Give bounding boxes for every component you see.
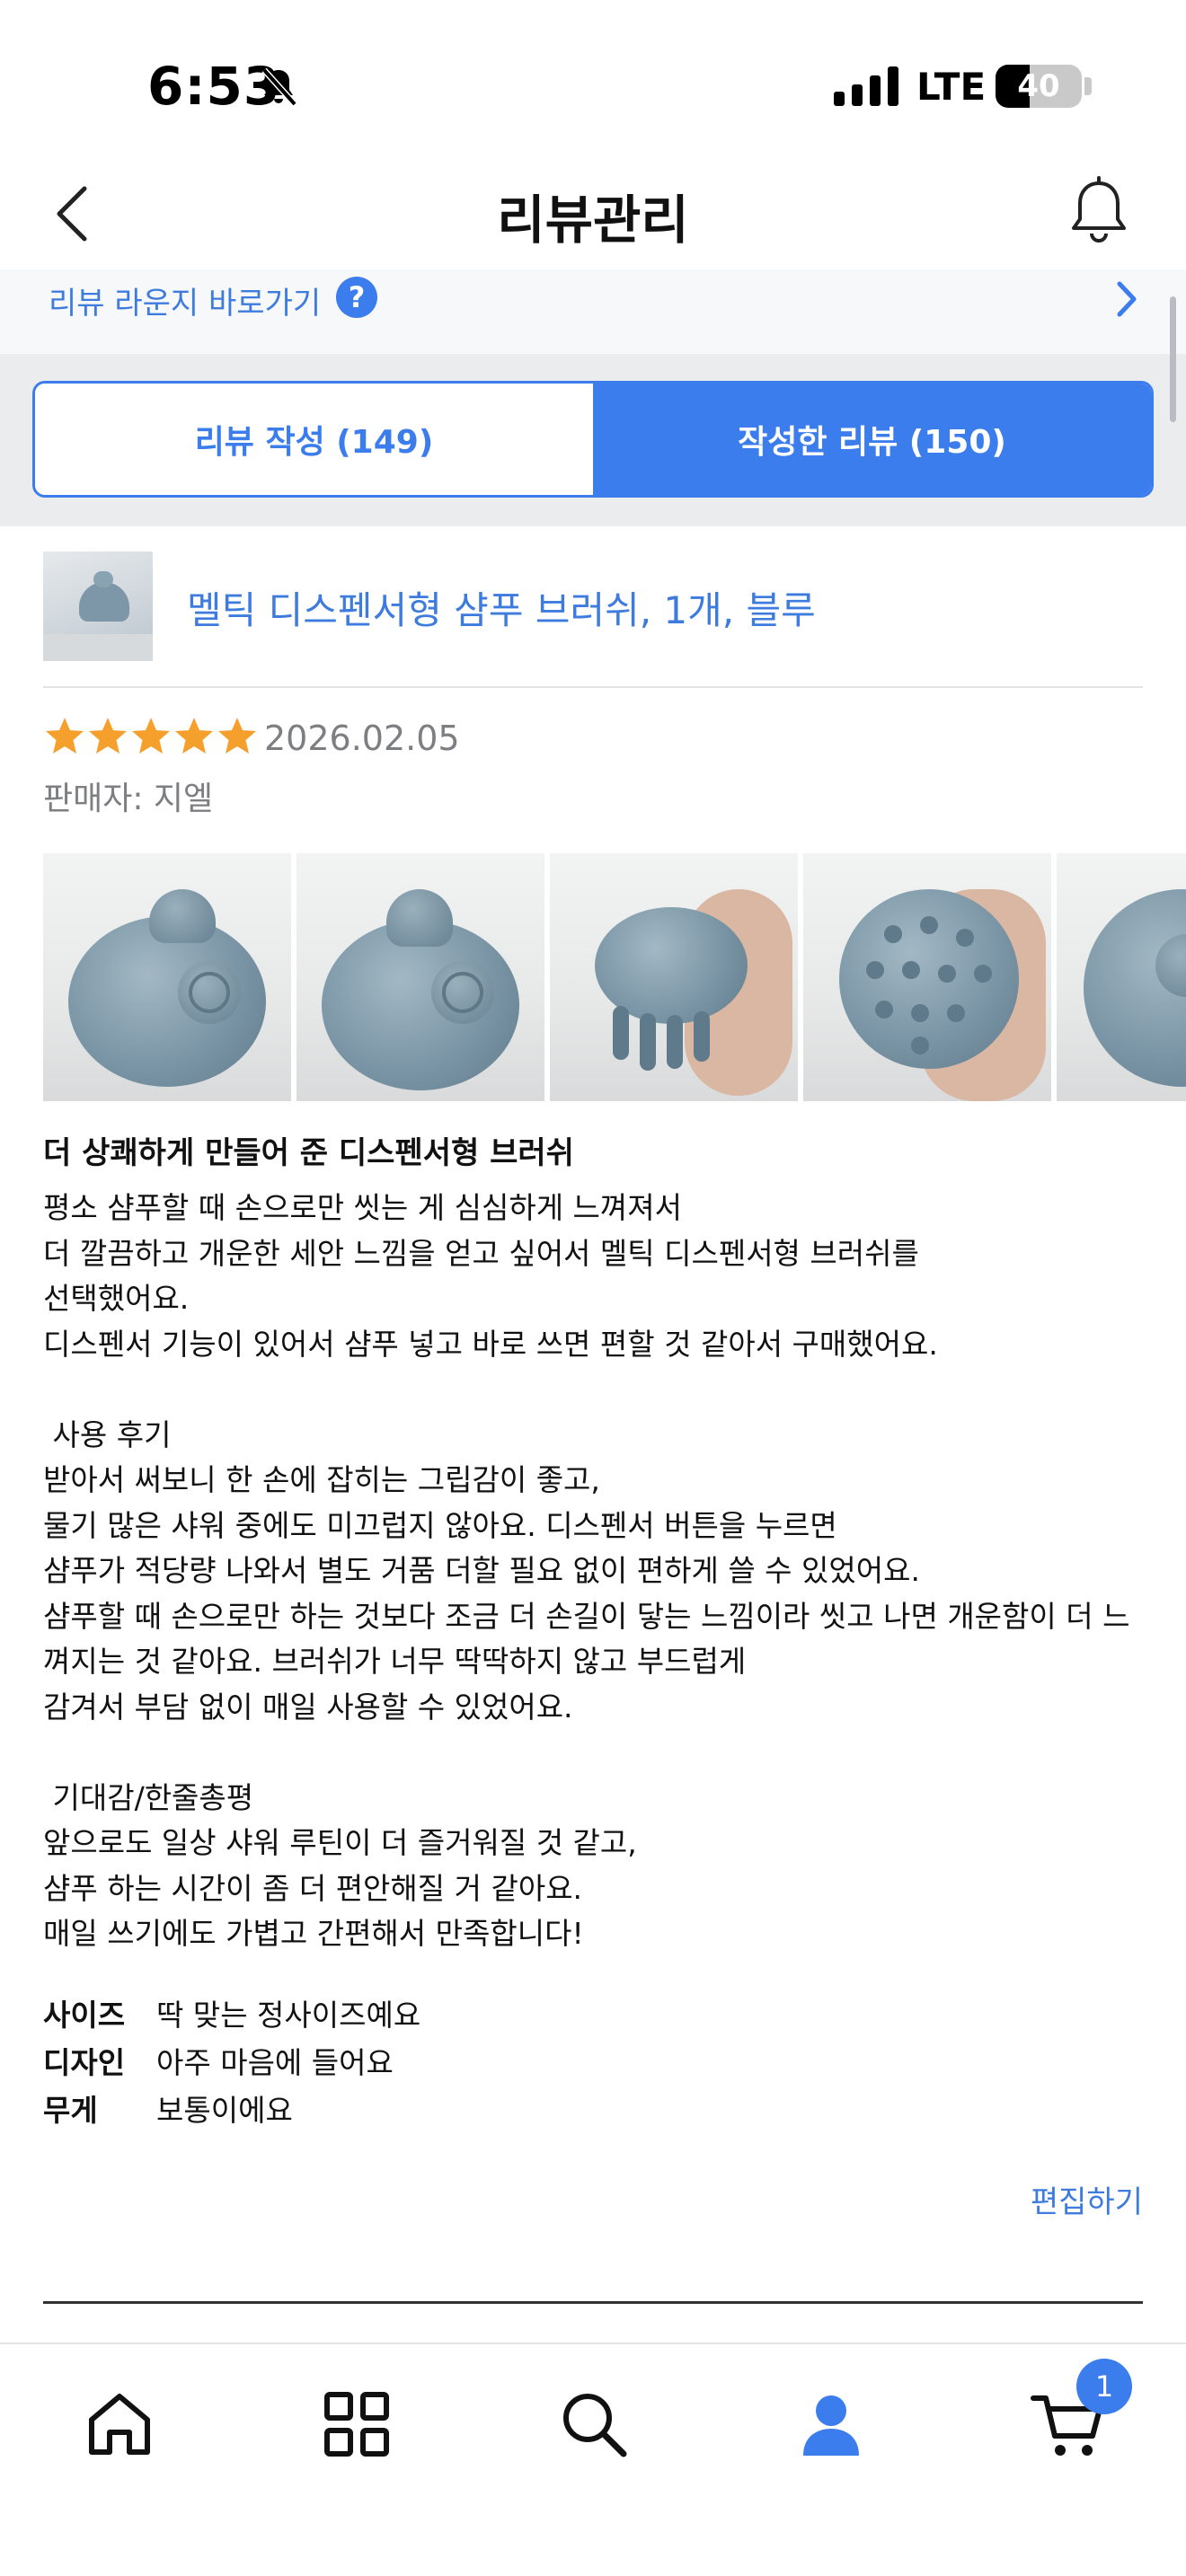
thumb-brush-tip bbox=[93, 571, 113, 587]
review-photo[interactable] bbox=[296, 853, 544, 1101]
product-row[interactable]: 멜틱 디스펜서형 샴푸 브러쉬, 1개, 블루 bbox=[43, 551, 1143, 688]
chevron-right-icon[interactable] bbox=[1109, 277, 1145, 322]
thumb-surface bbox=[43, 634, 153, 661]
star-rating bbox=[43, 715, 259, 762]
review-photo[interactable] bbox=[1057, 853, 1186, 1101]
page-title: 리뷰관리 bbox=[497, 190, 689, 251]
product-name[interactable]: 멜틱 디스펜서형 샴푸 브러쉬, 1개, 블루 bbox=[187, 580, 816, 635]
bottom-nav bbox=[0, 2342, 1186, 2576]
attribute-row: 무게 보통이에요 bbox=[43, 2084, 420, 2131]
review-photos[interactable] bbox=[43, 853, 1186, 1101]
attribute-key-design: 디자인 bbox=[43, 2044, 126, 2080]
review-photo[interactable] bbox=[803, 853, 1051, 1101]
user-icon[interactable] bbox=[791, 2384, 872, 2465]
attribute-value-size: 딱 맞는 정사이즈예요 bbox=[156, 1997, 421, 2033]
attribute-row: 사이즈 딱 맞는 정사이즈예요 bbox=[43, 1989, 420, 2036]
attribute-value-weight: 보통이에요 bbox=[156, 2092, 293, 2128]
tab-write-review[interactable]: 리뷰 작성 (149) bbox=[35, 384, 593, 495]
header: 리뷰관리 bbox=[0, 153, 1186, 269]
bell-icon[interactable] bbox=[1066, 174, 1132, 250]
lounge-label: 리뷰 라운지 바로가기 bbox=[49, 286, 322, 322]
review-date: 2026.02.05 bbox=[264, 719, 460, 758]
star-icon bbox=[218, 718, 256, 754]
tab-area: 리뷰 작성 (149) 작성한 리뷰 (150) bbox=[0, 354, 1186, 526]
status-bar: 6:53 LTE 40 bbox=[0, 0, 1186, 144]
attribute-row: 디자인 아주 마음에 들어요 bbox=[43, 2036, 420, 2084]
grid-icon[interactable] bbox=[316, 2384, 397, 2465]
search-icon[interactable] bbox=[553, 2384, 634, 2465]
edit-review-link[interactable]: 편집하기 bbox=[988, 2177, 1143, 2221]
review-photo[interactable] bbox=[550, 853, 798, 1101]
bell-off-icon bbox=[261, 67, 297, 107]
battery-nub bbox=[1084, 77, 1092, 95]
attribute-key-weight: 무게 bbox=[43, 2092, 98, 2128]
seller-name: 판매자: 지엘 bbox=[43, 781, 214, 817]
battery-text: 40 bbox=[1017, 68, 1060, 104]
star-icon bbox=[89, 718, 127, 754]
network-label: LTE bbox=[916, 65, 987, 109]
review-photo[interactable] bbox=[43, 853, 291, 1101]
cart-badge: 1 bbox=[1076, 2359, 1132, 2414]
attribute-key-size: 사이즈 bbox=[43, 1997, 126, 2033]
review-attributes: 사이즈 딱 맞는 정사이즈예요 디자인 아주 마음에 들어요 무게 보통이에요 bbox=[43, 1989, 420, 2131]
help-icon[interactable]: ? bbox=[336, 277, 377, 318]
thumb-brush bbox=[79, 582, 129, 622]
divider bbox=[43, 2301, 1143, 2304]
review-title: 더 상쾌하게 만들어 준 디스펜서형 브러쉬 bbox=[43, 1135, 574, 1171]
home-icon[interactable] bbox=[79, 2384, 160, 2465]
product-thumbnail[interactable] bbox=[43, 551, 153, 661]
star-icon bbox=[46, 718, 84, 754]
review-lounge-link[interactable]: 리뷰 라운지 바로가기 ? bbox=[0, 269, 1186, 354]
review-tabs: 리뷰 작성 (149) 작성한 리뷰 (150) bbox=[32, 381, 1154, 498]
tab-written-reviews[interactable]: 작성한 리뷰 (150) bbox=[593, 384, 1151, 495]
battery-icon: 40 bbox=[996, 65, 1082, 108]
attribute-value-design: 아주 마음에 들어요 bbox=[156, 2044, 394, 2080]
star-icon bbox=[132, 718, 170, 754]
scrollbar[interactable] bbox=[1170, 296, 1176, 422]
signal-icon bbox=[834, 66, 898, 106]
star-icon bbox=[175, 718, 213, 754]
review-body: 평소 샴푸할 때 손으로만 씻는 게 심심하게 느껴져서 더 깔끔하고 개운한 … bbox=[43, 1190, 1130, 1951]
